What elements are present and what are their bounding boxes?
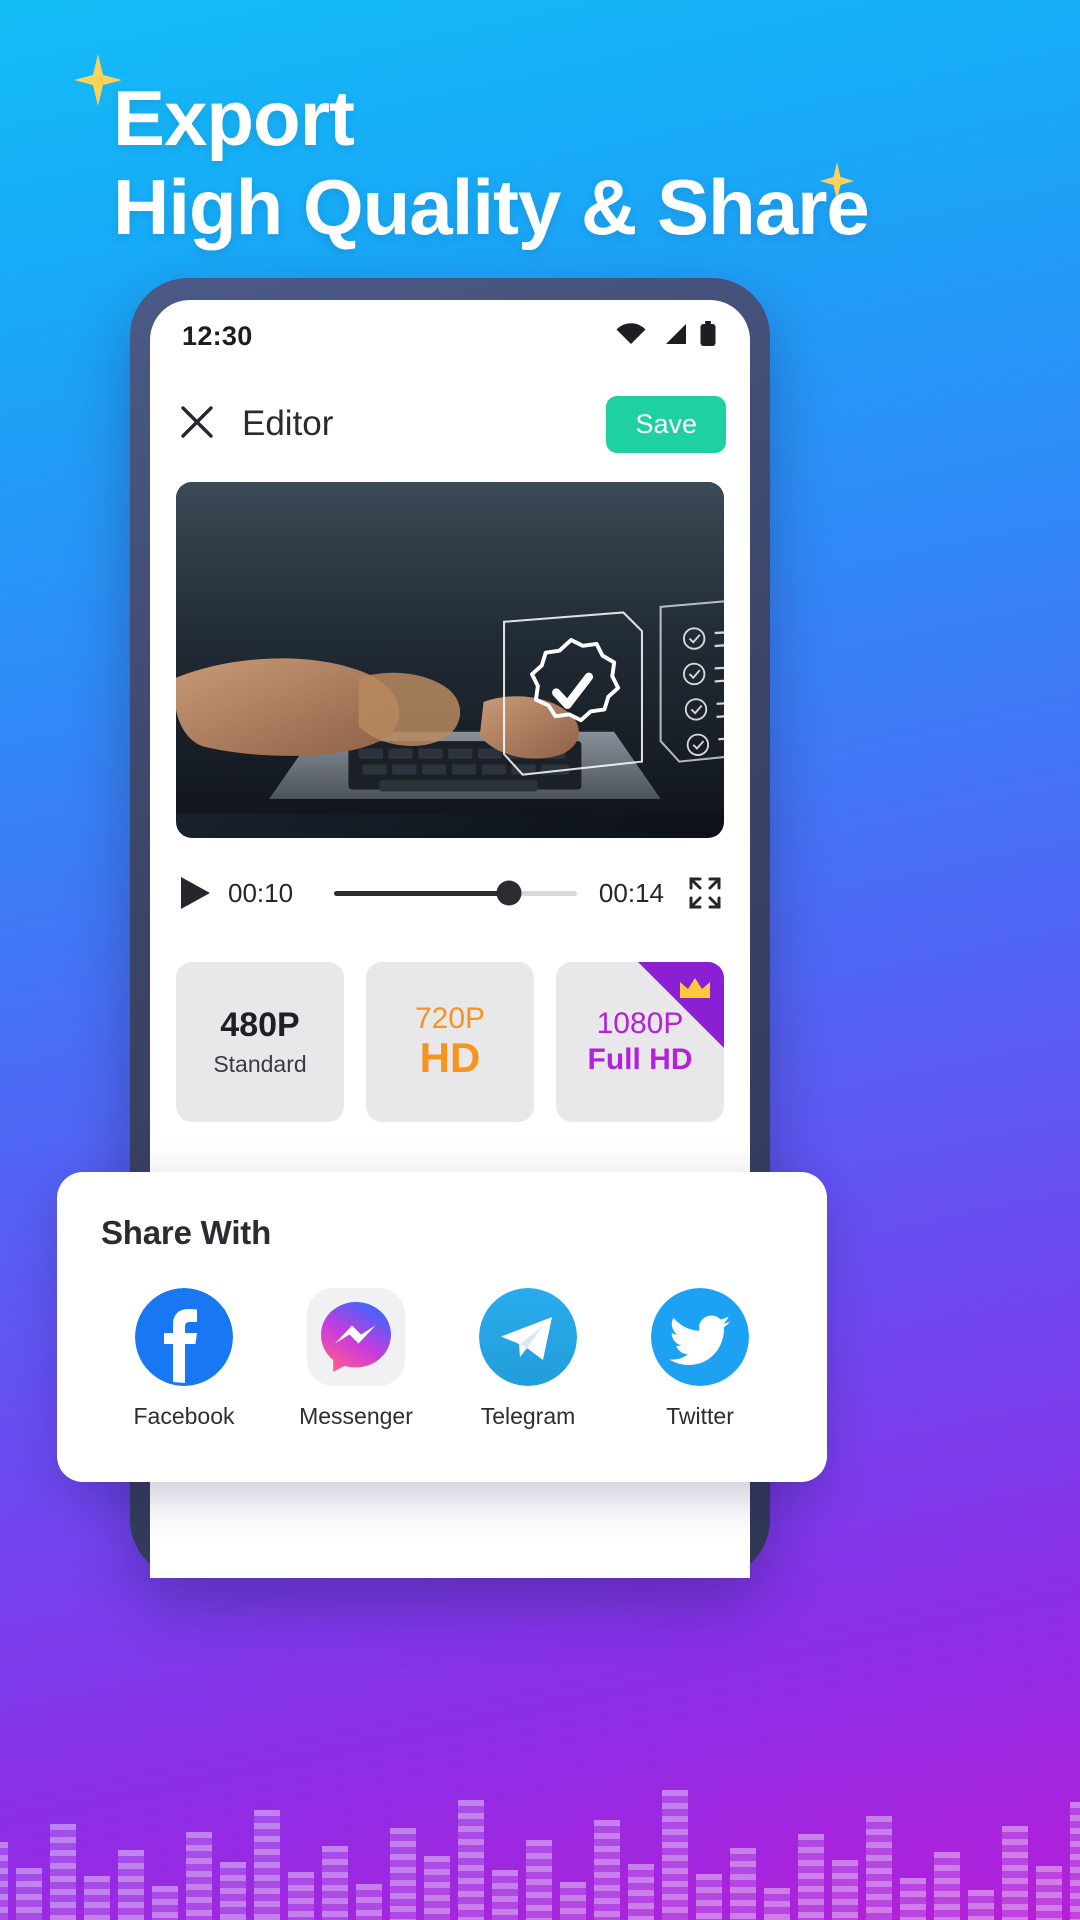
equalizer-bar [798,1834,824,1920]
resolution-sub: Full HD [587,1043,693,1076]
equalizer-bar [288,1872,314,1920]
equalizer-bar [1002,1826,1028,1920]
share-targets: Facebook Messenger Telegram Twitter [101,1288,783,1430]
page-title: Editor [242,404,334,443]
share-target-label: Facebook [133,1403,235,1429]
equalizer-bar [16,1868,42,1920]
video-thumbnail-image [176,482,724,814]
equalizer-bar [968,1890,994,1920]
resolution-options: 480P Standard 720P HD 1080P Full HD [150,948,750,1122]
battery-icon [700,320,716,352]
crown-icon [680,978,710,998]
equalizer-bar [866,1816,892,1920]
resolution-name: 480P [220,1006,300,1044]
equalizer-bar [764,1888,790,1920]
headline-line-2: High Quality & Share [113,163,870,252]
equalizer-bar [220,1862,246,1920]
equalizer-bar [118,1850,144,1920]
share-target-twitter[interactable]: Twitter [625,1288,775,1430]
status-time: 12:30 [182,320,253,351]
status-icons [616,320,716,352]
player-controls: 00:10 00:14 [150,838,750,948]
equalizer-bar [934,1852,960,1920]
facebook-icon [135,1288,233,1386]
close-icon[interactable] [180,405,214,444]
cellular-signal-icon [659,323,687,350]
equalizer-bar [730,1848,756,1920]
promo-headline: Export High Quality & Share [113,74,973,252]
resolution-name: 720P [414,1002,486,1035]
wifi-icon [616,322,646,350]
seek-bar-thumb[interactable] [496,880,522,906]
equalizer-bar [152,1886,178,1920]
equalizer-bar [628,1864,654,1920]
resolution-sub: Standard [213,1051,307,1077]
equalizer-bar [186,1832,212,1920]
share-target-messenger[interactable]: Messenger [281,1288,431,1430]
seek-bar[interactable] [334,880,577,906]
equalizer-decoration [0,1660,1080,1920]
share-target-telegram[interactable]: Telegram [453,1288,603,1430]
current-time: 00:10 [228,877,294,908]
status-bar: 12:30 [150,300,750,372]
equalizer-bar [390,1828,416,1920]
video-preview[interactable] [176,482,724,838]
equalizer-bar [424,1856,450,1920]
share-target-label: Twitter [666,1403,734,1429]
equalizer-bar [50,1824,76,1920]
equalizer-bar [84,1876,110,1920]
equalizer-bar [1070,1802,1080,1920]
equalizer-bar [526,1840,552,1920]
resolution-card-480p[interactable]: 480P Standard [176,962,344,1122]
equalizer-bar [356,1884,382,1920]
play-icon[interactable] [178,875,212,911]
share-target-label: Telegram [480,1403,576,1429]
equalizer-bar [322,1846,348,1920]
premium-badge [638,962,724,1048]
editor-header: Editor Save [150,372,750,476]
share-target-facebook[interactable]: Facebook [109,1288,259,1430]
fullscreen-icon[interactable] [688,876,722,910]
equalizer-bar [458,1800,484,1920]
equalizer-bar [696,1874,722,1920]
equalizer-bar [0,1842,8,1920]
total-time: 00:14 [598,877,664,908]
share-sheet-title: Share With [101,1214,272,1251]
save-button[interactable]: Save [606,395,726,453]
share-target-label: Messenger [299,1403,413,1429]
equalizer-bar [662,1790,688,1920]
equalizer-bar [254,1810,280,1920]
badge-triangle [638,962,724,1048]
resolution-sub: HD [419,1034,481,1081]
equalizer-bar [1036,1866,1062,1920]
messenger-icon [307,1288,405,1386]
resolution-card-1080p[interactable]: 1080P Full HD [556,962,724,1122]
equalizer-bar [900,1878,926,1920]
equalizer-bar [832,1860,858,1920]
twitter-icon [651,1288,749,1386]
seek-bar-fill [334,890,509,896]
telegram-icon [479,1288,577,1386]
share-sheet: Share With Facebook Messenger Telegram T… [57,1172,827,1482]
equalizer-bar [594,1820,620,1920]
equalizer-bar [492,1870,518,1920]
resolution-card-720p[interactable]: 720P HD [366,962,534,1122]
headline-line-1: Export [113,74,355,162]
equalizer-bar [560,1882,586,1920]
